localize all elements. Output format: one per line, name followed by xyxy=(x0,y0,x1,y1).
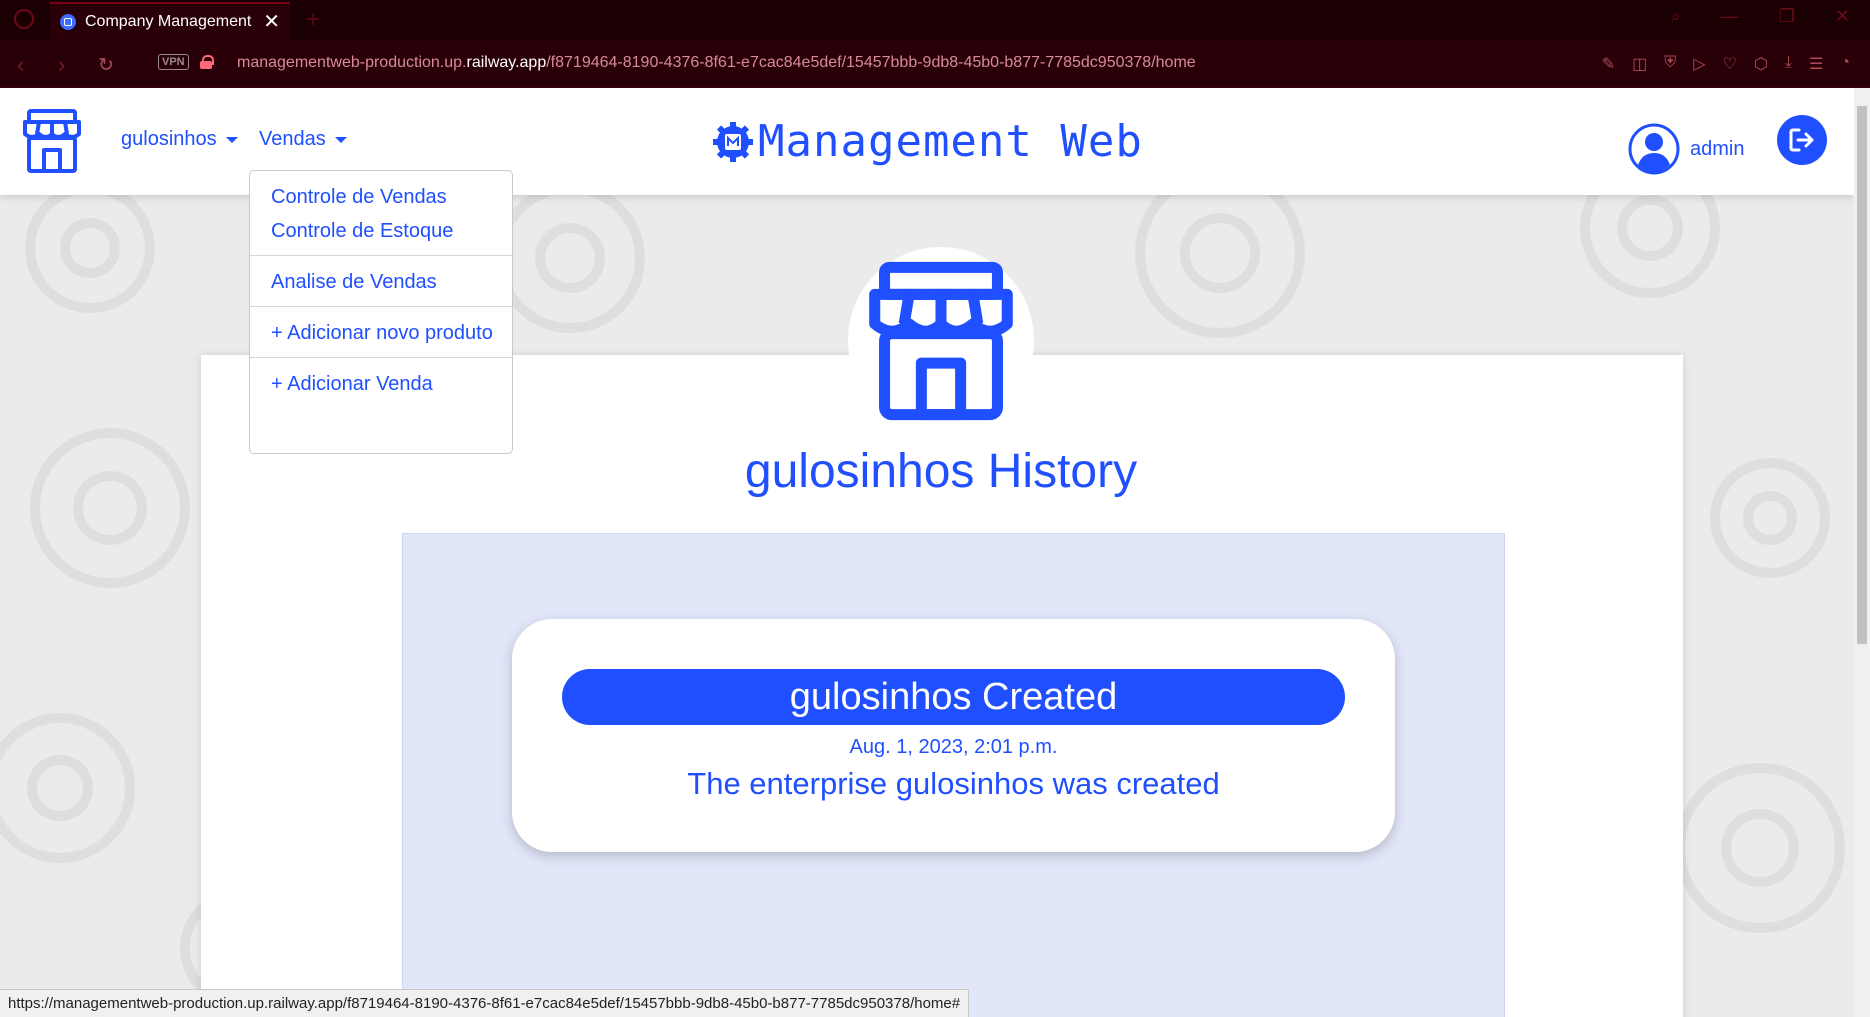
easy-setup-icon[interactable]: ☰ xyxy=(1809,54,1823,74)
username: admin xyxy=(1690,137,1745,160)
url-host: railway.app xyxy=(466,54,547,71)
caret-down-icon xyxy=(334,136,347,143)
address-bar: ‹ › ↻ VPN managementweb-production.up.ra… xyxy=(0,40,1870,88)
new-tab-icon[interactable]: + xyxy=(306,6,320,34)
download-icon[interactable]: ⤓ xyxy=(1785,54,1792,74)
sales-menu[interactable]: Vendas xyxy=(259,128,347,151)
address-bar-icons: ✎ ◫ ⛨ ▷ ♡ ⬡ ⤓ ☰ ◔ xyxy=(1602,54,1850,74)
minimize-icon[interactable]: — xyxy=(1721,6,1739,27)
scrollbar-thumb[interactable] xyxy=(1857,106,1867,644)
browser-tab[interactable]: Company Management ✕ xyxy=(50,2,290,40)
menu-item-add-sale[interactable]: + Adicionar Venda xyxy=(271,373,433,396)
menu-divider xyxy=(250,255,512,256)
window-controls: ⌕ — ❐ ✕ xyxy=(1671,6,1850,27)
menu-item-sales-control[interactable]: Controle de Vendas xyxy=(271,186,447,209)
gear-logo-icon xyxy=(713,121,753,162)
site-favicon-icon xyxy=(60,14,76,30)
event-description: The enterprise gulosinhos was created xyxy=(687,766,1220,801)
menu-divider xyxy=(250,306,512,307)
menu-item-stock-control[interactable]: Controle de Estoque xyxy=(271,220,453,243)
tab-title: Company Management xyxy=(85,13,252,30)
heart-icon[interactable]: ♡ xyxy=(1723,54,1737,74)
edit-icon[interactable]: ✎ xyxy=(1602,54,1615,74)
site-title-text: Management Web xyxy=(758,116,1143,167)
site-title[interactable]: Management Web xyxy=(712,116,1143,167)
page-viewport: gulosinhos Vendas Management Web admin C… xyxy=(0,88,1854,1017)
history-event-card: gulosinhos Created Aug. 1, 2023, 2:01 p.… xyxy=(512,619,1395,852)
back-icon[interactable]: ‹ xyxy=(17,52,24,78)
menu-divider xyxy=(250,357,512,358)
menu-item-sales-analysis[interactable]: Analise de Vendas xyxy=(271,271,437,294)
event-date: Aug. 1, 2023, 2:01 p.m. xyxy=(849,736,1058,758)
caret-down-icon xyxy=(225,136,238,143)
logout-button[interactable] xyxy=(1777,115,1827,165)
url-path: /f8719464-8190-4376-8f61-e7cac84e5def/15… xyxy=(546,54,1196,71)
close-window-icon[interactable]: ✕ xyxy=(1835,6,1850,27)
sales-menu-label: Vendas xyxy=(259,128,326,150)
logout-icon xyxy=(1789,128,1814,152)
reload-icon[interactable]: ↻ xyxy=(98,54,114,77)
user-menu[interactable]: admin xyxy=(1628,123,1744,175)
event-title: gulosinhos Created xyxy=(562,669,1345,725)
shield-icon[interactable]: ⛨ xyxy=(1664,54,1676,74)
restore-icon[interactable]: ❐ xyxy=(1779,6,1795,27)
sales-dropdown-menu: Controle de Vendas Controle de Estoque A… xyxy=(249,170,513,454)
lock-icon[interactable] xyxy=(200,55,214,69)
vertical-scrollbar[interactable] xyxy=(1854,88,1870,1017)
player-icon[interactable]: ▷ xyxy=(1693,54,1705,74)
store-logo-icon[interactable] xyxy=(20,108,84,174)
link-status-bar: https://managementweb-production.up.rail… xyxy=(0,989,970,1017)
company-menu-label: gulosinhos xyxy=(121,128,217,150)
search-tabs-icon[interactable]: ⌕ xyxy=(1671,6,1681,27)
forward-icon[interactable]: › xyxy=(58,52,65,78)
vpn-badge[interactable]: VPN xyxy=(158,54,189,70)
cube-icon[interactable]: ⬡ xyxy=(1754,54,1768,74)
user-avatar-icon xyxy=(1628,123,1680,175)
close-tab-icon[interactable]: ✕ xyxy=(263,12,280,32)
url-prefix: managementweb-production.up. xyxy=(237,54,467,71)
camera-icon[interactable]: ◫ xyxy=(1632,54,1647,74)
browser-tab-bar: Company Management ✕ + ⌕ — ❐ ✕ xyxy=(0,0,1870,40)
store-icon xyxy=(869,261,1013,421)
menu-item-add-product[interactable]: + Adicionar novo produto xyxy=(271,322,493,345)
url-field[interactable]: managementweb-production.up.railway.app/… xyxy=(237,54,1196,72)
browser-logo-icon[interactable] xyxy=(14,9,34,29)
company-menu[interactable]: gulosinhos xyxy=(121,128,238,151)
profile-icon[interactable]: ◔ xyxy=(1840,54,1850,74)
